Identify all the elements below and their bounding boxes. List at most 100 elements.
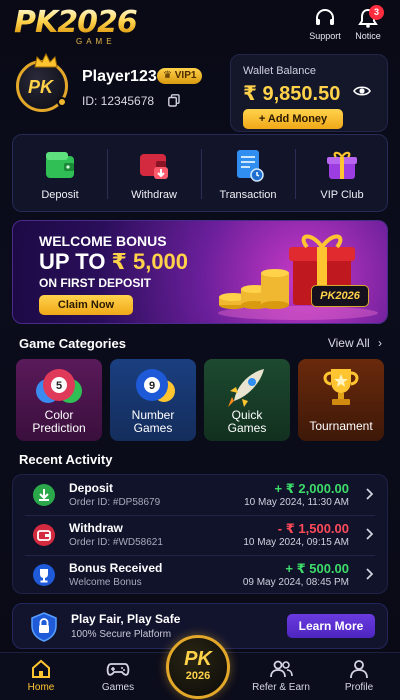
quick-actions-bar: Deposit Withdraw Transaction VIP Club bbox=[12, 134, 388, 212]
user-id: ID: 12345678 bbox=[82, 94, 155, 108]
activity-amount: + ₹ 500.00 bbox=[285, 561, 349, 576]
notice-label: Notice bbox=[355, 31, 381, 41]
nav-center-pk-button[interactable]: PK 2026 bbox=[166, 635, 230, 699]
withdraw-label: Withdraw bbox=[131, 189, 177, 201]
fair-play-subtitle: 100% Secure Platform bbox=[71, 629, 172, 640]
notification-count-badge: 3 bbox=[369, 5, 384, 20]
fair-play-title: Play Fair, Play Safe bbox=[71, 612, 181, 626]
claim-now-button[interactable]: Claim Now bbox=[39, 295, 133, 315]
nav-profile-label: Profile bbox=[344, 682, 374, 693]
banner-headline-prefix: UP TO bbox=[39, 249, 112, 274]
rocket-icon bbox=[228, 369, 264, 407]
game-label-line2: Prediction bbox=[32, 421, 86, 435]
activity-title: Withdraw bbox=[69, 521, 123, 535]
view-all-label: View All bbox=[327, 336, 370, 350]
nav-profile[interactable]: Profile bbox=[324, 659, 394, 693]
support-button[interactable]: Support bbox=[303, 8, 347, 41]
username: Player123 bbox=[82, 68, 157, 85]
game-card-quick-games[interactable]: Quick Games bbox=[204, 359, 290, 441]
banner-headline: UP TO ₹ 5,000 bbox=[39, 249, 188, 275]
gamepad-icon bbox=[106, 663, 130, 676]
logo-subtext: GAME bbox=[76, 37, 116, 46]
wallet-label: Wallet Balance bbox=[243, 65, 316, 77]
support-label: Support bbox=[309, 31, 341, 41]
banner-amount: ₹ 5,000 bbox=[111, 249, 189, 274]
transaction-document-icon bbox=[237, 150, 264, 182]
nav-home-label: Home bbox=[27, 682, 55, 693]
welcome-bonus-banner[interactable]: WELCOME BONUS UP TO ₹ 5,000 ON FIRST DEP… bbox=[12, 220, 388, 324]
activity-amount: - ₹ 1,500.00 bbox=[277, 521, 349, 536]
vip-club-action[interactable]: VIP Club bbox=[295, 135, 389, 213]
chevron-right-icon bbox=[366, 488, 373, 500]
vip-level: VIP1 bbox=[174, 70, 197, 81]
withdraw-action[interactable]: Withdraw bbox=[107, 135, 201, 213]
activity-amount: + ₹ 2,000.00 bbox=[274, 481, 349, 496]
activity-order-id: Order ID: #DP58679 bbox=[69, 497, 161, 508]
nav-refer-label: Refer & Earn bbox=[252, 682, 310, 693]
crown-icon bbox=[34, 53, 58, 68]
withdraw-wallet-icon bbox=[33, 524, 55, 546]
view-all-link[interactable]: View All › bbox=[328, 336, 382, 350]
deposit-action[interactable]: Deposit bbox=[13, 135, 107, 213]
avatar-text: PK bbox=[28, 77, 54, 97]
activity-title: Deposit bbox=[69, 481, 114, 495]
copy-icon[interactable] bbox=[168, 94, 180, 107]
activity-title: Bonus Received bbox=[69, 561, 163, 575]
vip-club-label: VIP Club bbox=[320, 189, 364, 201]
game-card-tournament[interactable]: Tournament bbox=[298, 359, 384, 441]
add-money-button[interactable]: + Add Money bbox=[243, 109, 343, 129]
nav-refer-earn[interactable]: Refer & Earn bbox=[246, 659, 316, 693]
chevron-right-icon bbox=[366, 568, 373, 580]
game-label-line1: Tournament bbox=[309, 419, 373, 433]
recent-activity-title: Recent Activity bbox=[19, 452, 113, 467]
chevron-right-icon: › bbox=[378, 336, 382, 350]
game-card-number-games[interactable]: 9 Number Games bbox=[110, 359, 196, 441]
activity-date: 10 May 2024, 09:15 AM bbox=[243, 537, 349, 548]
online-status-dot bbox=[57, 97, 67, 107]
recent-activity-list: Deposit Order ID: #DP58679 + ₹ 2,000.00 … bbox=[12, 474, 388, 594]
bonus-trophy-icon bbox=[33, 564, 55, 586]
nav-center-year-text: 2026 bbox=[185, 670, 211, 682]
deposit-download-icon bbox=[33, 484, 55, 506]
deposit-label: Deposit bbox=[41, 189, 79, 201]
app-logo: PK2026 GAME bbox=[14, 8, 164, 47]
game-categories-title: Game Categories bbox=[19, 336, 126, 351]
number-ball-9-icon: 9 bbox=[136, 369, 175, 402]
crown-mini-icon: ♛ bbox=[163, 70, 172, 81]
headset-icon bbox=[316, 9, 334, 25]
gift-coins-illustration bbox=[218, 234, 378, 320]
withdraw-wallet-icon bbox=[140, 154, 168, 179]
notice-button[interactable]: Notice 3 bbox=[346, 5, 390, 41]
deposit-wallet-icon bbox=[46, 152, 74, 178]
banner-subtitle: ON FIRST DEPOSIT bbox=[39, 276, 152, 290]
activity-date: 09 May 2024, 08:45 PM bbox=[242, 577, 349, 588]
trophy-icon bbox=[323, 369, 359, 405]
game-card-color-prediction[interactable]: 5 Color Prediction bbox=[16, 359, 102, 441]
vip-gift-icon bbox=[327, 151, 357, 179]
avatar[interactable]: PK bbox=[16, 53, 68, 112]
nav-home[interactable]: Home bbox=[6, 659, 76, 693]
profile-card[interactable]: PK Player123 ♛ VIP1 ID: 12345678 bbox=[12, 53, 214, 124]
vip-badge: ♛ VIP1 bbox=[157, 68, 203, 84]
nav-games-label: Games bbox=[101, 682, 135, 693]
shield-icon bbox=[31, 612, 57, 642]
activity-row-deposit[interactable]: Deposit Order ID: #DP58679 + ₹ 2,000.00 … bbox=[13, 475, 389, 515]
transaction-label: Transaction bbox=[219, 189, 277, 201]
eye-icon[interactable] bbox=[353, 85, 371, 97]
svg-text:5: 5 bbox=[56, 380, 62, 392]
game-label-line2: Games bbox=[133, 421, 173, 435]
learn-more-button[interactable]: Learn More bbox=[287, 614, 375, 638]
transaction-action[interactable]: Transaction bbox=[201, 135, 295, 213]
nav-center-pk-text: PK bbox=[184, 648, 212, 670]
activity-order-id: Order ID: #WD58621 bbox=[69, 537, 163, 548]
nav-games[interactable]: Games bbox=[83, 659, 153, 693]
users-icon bbox=[270, 660, 293, 678]
activity-order-id: Welcome Bonus bbox=[69, 577, 142, 588]
activity-date: 10 May 2024, 11:30 AM bbox=[244, 497, 349, 508]
svg-text:9: 9 bbox=[149, 380, 155, 392]
wallet-card: Wallet Balance ₹ 9,850.50 + Add Money bbox=[230, 54, 388, 132]
home-icon bbox=[32, 659, 50, 678]
game-label-line2: Games bbox=[227, 421, 267, 435]
activity-row-withdraw[interactable]: Withdraw Order ID: #WD58621 - ₹ 1,500.00… bbox=[13, 515, 389, 555]
activity-row-bonus[interactable]: Bonus Received Welcome Bonus + ₹ 500.00 … bbox=[13, 555, 389, 595]
